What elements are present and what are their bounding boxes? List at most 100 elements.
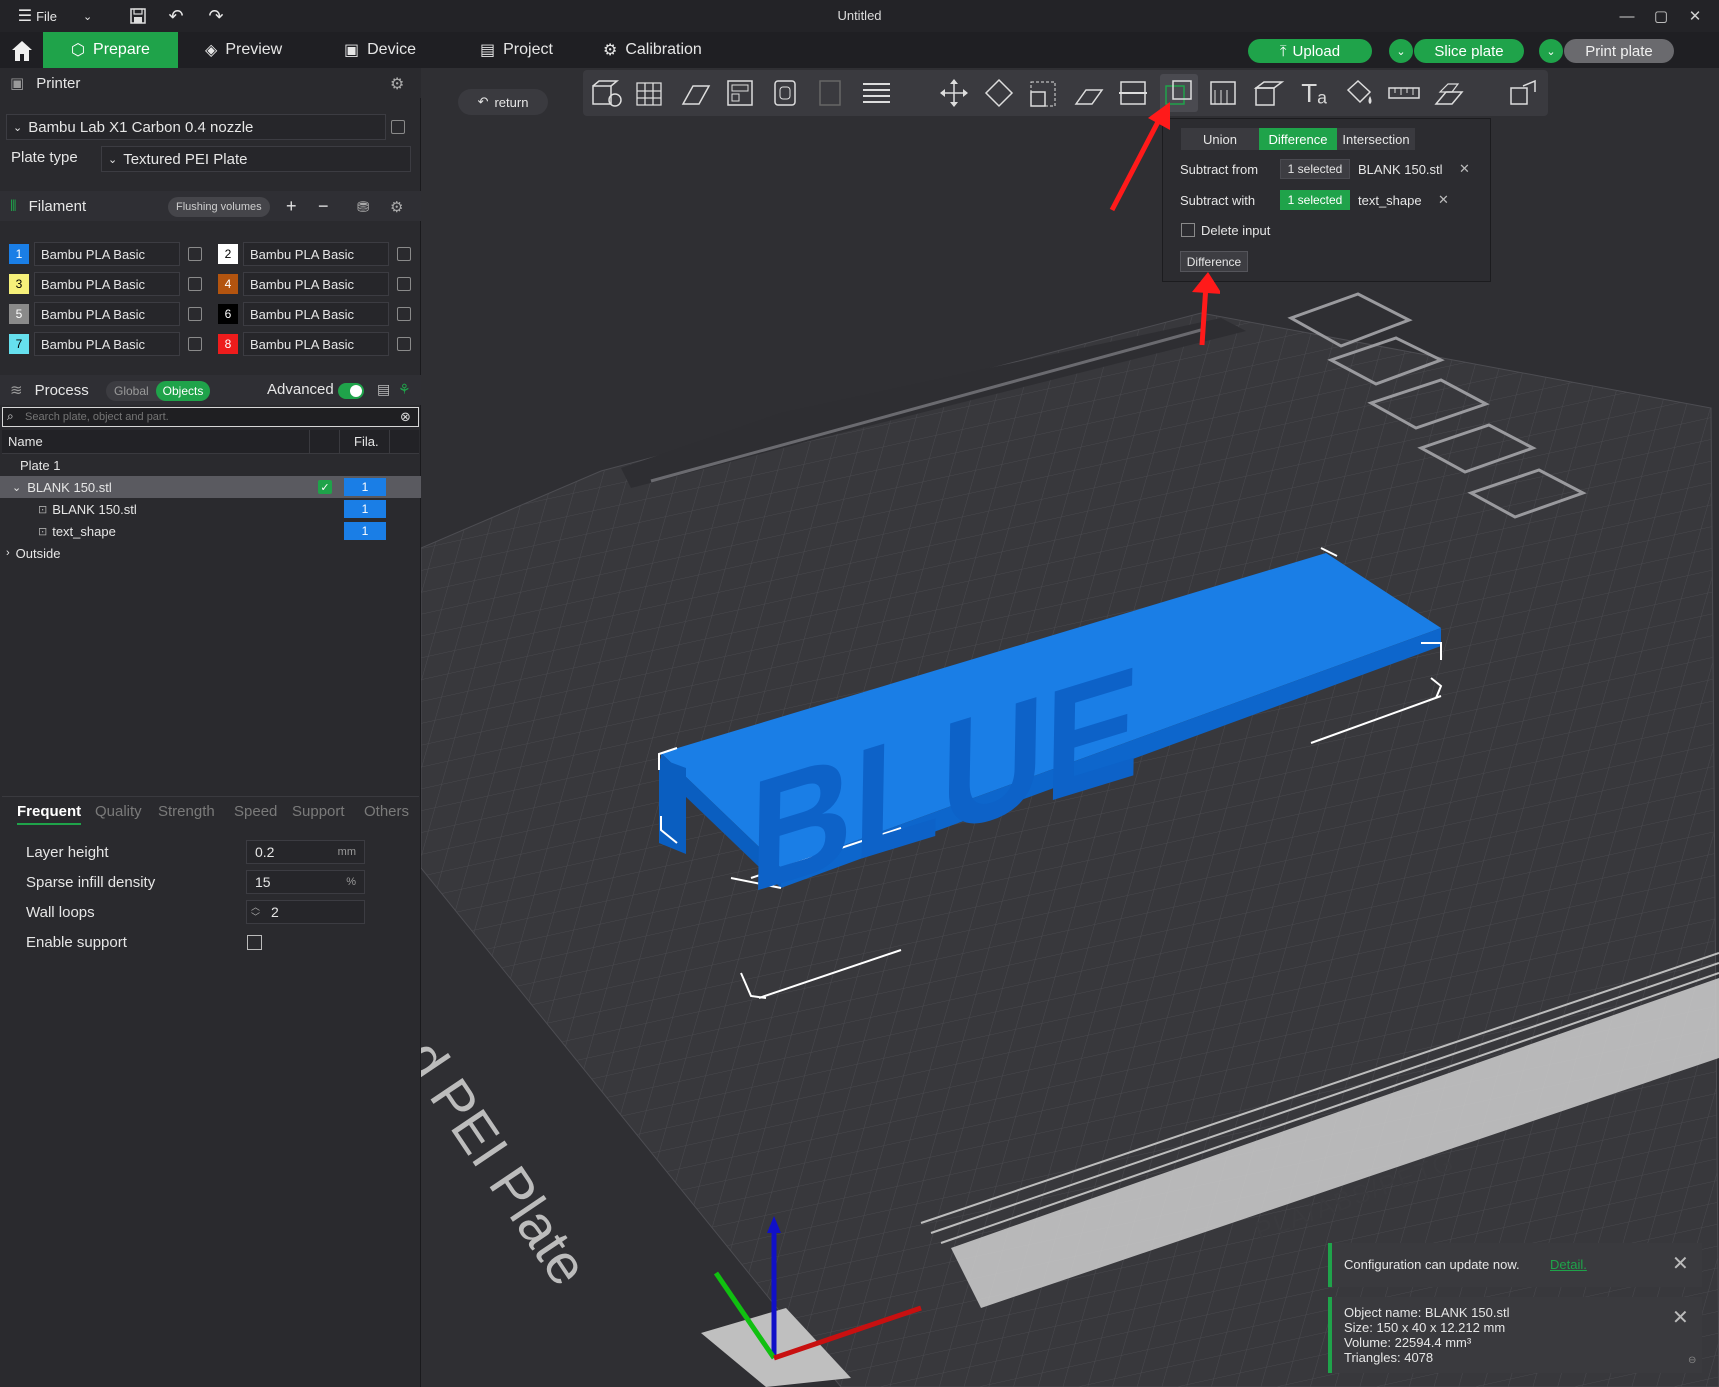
edit-filament-icon[interactable] xyxy=(397,307,411,321)
flushing-volumes-button[interactable]: Flushing volumes xyxy=(168,197,270,217)
explode-view-icon[interactable] xyxy=(1505,74,1543,112)
color-painting-icon[interactable] xyxy=(1340,74,1378,112)
print-plate-button[interactable]: Print plate xyxy=(1564,39,1674,63)
edit-filament-icon[interactable] xyxy=(188,337,202,351)
filament-select[interactable]: Bambu PLA Basic xyxy=(34,332,180,356)
part-fila-badge[interactable]: 1 xyxy=(344,522,386,540)
subtract-with-select[interactable]: 1 selected xyxy=(1280,190,1350,210)
filament-swatch[interactable]: 7 xyxy=(9,334,29,354)
global-objects-toggle[interactable]: Global Objects xyxy=(106,381,210,401)
printer-select[interactable]: ⌄ Bambu Lab X1 Carbon 0.4 nozzle xyxy=(6,114,386,140)
return-button[interactable]: ↶ return xyxy=(458,89,548,115)
edit-filament-icon[interactable] xyxy=(188,277,202,291)
check-icon[interactable]: ✓ xyxy=(318,480,332,494)
advanced-switch[interactable] xyxy=(338,383,364,399)
clear-search-icon[interactable]: ⊗ xyxy=(400,409,411,425)
add-object-icon[interactable] xyxy=(587,74,625,112)
config-detail-link[interactable]: Detail. xyxy=(1550,1257,1587,1272)
edit-printer-icon[interactable] xyxy=(391,120,405,134)
filament-select[interactable]: Bambu PLA Basic xyxy=(243,302,389,326)
layers-editing-icon[interactable] xyxy=(858,74,896,112)
process-list-icon[interactable]: ▤ xyxy=(377,381,390,398)
tree-part[interactable]: ⊡ text_shape 1 xyxy=(0,520,421,542)
remove-filament-icon[interactable]: − xyxy=(318,196,329,217)
filament-swatch[interactable]: 6 xyxy=(218,304,238,324)
close-window-icon[interactable]: ✕ xyxy=(1678,0,1712,32)
filament-select[interactable]: Bambu PLA Basic xyxy=(34,302,180,326)
filament-select[interactable]: Bambu PLA Basic xyxy=(34,242,180,266)
tree-part[interactable]: ⊡ BLANK 150.stl 1 xyxy=(0,498,421,520)
home-icon[interactable] xyxy=(8,38,36,64)
toggle-global[interactable]: Global xyxy=(114,384,149,398)
filament-settings-icon[interactable]: ⚙ xyxy=(390,198,403,216)
filament-swatch[interactable]: 4 xyxy=(218,274,238,294)
collapse-icon[interactable]: ⊖ xyxy=(1688,1355,1696,1366)
tab-frequent[interactable]: Frequent xyxy=(17,803,82,825)
toggle-objects[interactable]: Objects xyxy=(156,381,210,401)
enable-support-checkbox[interactable] xyxy=(247,935,262,950)
tab-strength[interactable]: Strength xyxy=(158,803,215,820)
slice-dropdown[interactable]: ⌄ xyxy=(1389,39,1413,63)
wall-loops-stepper[interactable]: ︿ ﹀ 2 xyxy=(246,900,365,924)
split-objects-icon[interactable] xyxy=(767,74,805,112)
infill-density-input[interactable]: 15 % xyxy=(246,870,365,894)
filament-select[interactable]: Bambu PLA Basic xyxy=(243,332,389,356)
seam-painting-icon[interactable] xyxy=(1250,74,1288,112)
add-plate-icon[interactable] xyxy=(632,74,670,112)
text-tool-icon[interactable]: Tₐ xyxy=(1295,74,1333,112)
clear-with-icon[interactable]: ✕ xyxy=(1438,192,1449,208)
scale-icon[interactable] xyxy=(1025,74,1063,112)
undo-icon[interactable]: ↶ xyxy=(162,0,190,32)
edit-filament-icon[interactable] xyxy=(188,247,202,261)
auto-orient-icon[interactable] xyxy=(677,74,715,112)
layer-height-input[interactable]: 0.2 mm xyxy=(246,840,365,864)
tab-support[interactable]: Support xyxy=(292,803,345,820)
col-fila[interactable]: Fila. xyxy=(354,434,379,449)
subtract-from-select[interactable]: 1 selected xyxy=(1280,159,1350,179)
assembly-icon[interactable] xyxy=(1430,74,1468,112)
close-info-icon[interactable]: ✕ xyxy=(1672,1305,1689,1330)
edit-filament-icon[interactable] xyxy=(397,277,411,291)
tab-calibration[interactable]: ⚙ Calibration xyxy=(603,32,702,68)
tab-difference[interactable]: Difference xyxy=(1259,128,1337,150)
minimize-icon[interactable]: — xyxy=(1610,0,1644,32)
arrange-icon[interactable] xyxy=(722,74,760,112)
rotate-icon[interactable] xyxy=(980,74,1018,112)
sync-filament-icon[interactable]: ⛃ xyxy=(357,198,370,216)
tab-prepare[interactable]: ⬡ Prepare xyxy=(43,32,178,68)
filament-swatch[interactable]: 5 xyxy=(9,304,29,324)
redo-icon[interactable]: ↷ xyxy=(202,0,230,32)
close-notification-icon[interactable]: ✕ xyxy=(1672,1251,1689,1276)
split-parts-icon[interactable] xyxy=(812,74,850,112)
search-input[interactable] xyxy=(25,409,395,425)
move-icon[interactable] xyxy=(935,74,973,112)
filament-select[interactable]: Bambu PLA Basic xyxy=(243,272,389,296)
tab-others[interactable]: Others xyxy=(364,803,409,820)
filament-swatch[interactable]: 2 xyxy=(218,244,238,264)
filament-swatch[interactable]: 1 xyxy=(9,244,29,264)
tab-preview[interactable]: ◈ Preview xyxy=(205,32,282,68)
upload-button[interactable]: ⤒ Upload xyxy=(1248,39,1372,63)
clear-from-icon[interactable]: ✕ xyxy=(1459,161,1470,177)
tab-project[interactable]: ▤ Project xyxy=(480,32,553,68)
edit-filament-icon[interactable] xyxy=(188,307,202,321)
tree-plate[interactable]: Plate 1 xyxy=(0,454,421,476)
stepper-arrows-icon[interactable]: ︿ ﹀ xyxy=(251,902,260,922)
print-dropdown[interactable]: ⌄ xyxy=(1539,39,1563,63)
tree-object[interactable]: ⌄ BLANK 150.stl ✓ 1 xyxy=(0,476,421,498)
col-name[interactable]: Name xyxy=(8,434,43,449)
object-fila-badge[interactable]: 1 xyxy=(344,478,386,496)
process-compare-icon[interactable]: ⚘ xyxy=(398,381,411,398)
add-filament-icon[interactable]: + xyxy=(286,196,297,217)
edit-filament-icon[interactable] xyxy=(397,337,411,351)
part-fila-badge[interactable]: 1 xyxy=(344,500,386,518)
filament-swatch[interactable]: 8 xyxy=(218,334,238,354)
slice-plate-button[interactable]: Slice plate xyxy=(1414,39,1524,63)
edit-filament-icon[interactable] xyxy=(397,247,411,261)
tree-outside[interactable]: › Outside xyxy=(0,542,421,564)
save-icon[interactable] xyxy=(124,0,152,32)
filament-select[interactable]: Bambu PLA Basic xyxy=(34,272,180,296)
tab-speed[interactable]: Speed xyxy=(234,803,277,820)
tab-device[interactable]: ▣ Device xyxy=(344,32,416,68)
filament-swatch[interactable]: 3 xyxy=(9,274,29,294)
